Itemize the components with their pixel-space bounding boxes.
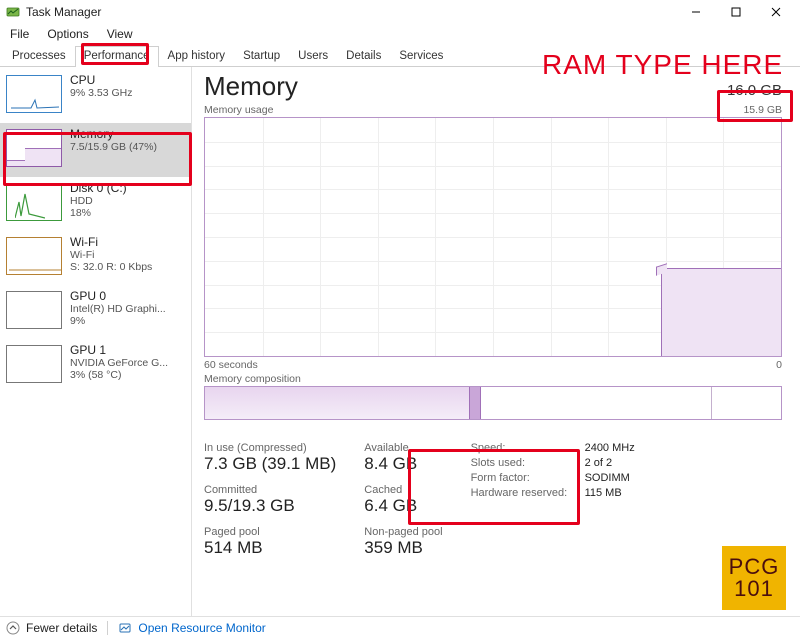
sidebar-item-subtext: HDD: [70, 195, 127, 207]
watermark-logo: PCG 101: [722, 546, 786, 610]
tab-strip: Processes Performance App history Startu…: [0, 45, 800, 67]
sidebar-item-subtext2: 18%: [70, 207, 127, 219]
slots-value: 2 of 2: [585, 457, 613, 469]
window-title: Task Manager: [26, 5, 101, 19]
sidebar-item-label: GPU 1: [70, 343, 168, 357]
sidebar-item-gpu1[interactable]: GPU 1 NVIDIA GeForce G... 3% (58 °C): [0, 339, 191, 393]
maximize-button[interactable]: [716, 0, 756, 24]
tab-services[interactable]: Services: [390, 46, 452, 67]
app-icon: [6, 5, 20, 19]
wifi-thumb-icon: [6, 237, 62, 275]
x-axis-right: 0: [776, 359, 782, 371]
formfactor-label: Form factor:: [471, 472, 581, 484]
sidebar-item-subtext: Wi-Fi: [70, 249, 152, 261]
nonpaged-value: 359 MB: [364, 538, 442, 558]
inuse-label: In use (Compressed): [204, 442, 336, 454]
sidebar-item-cpu[interactable]: CPU 9% 3.53 GHz: [0, 69, 191, 123]
inuse-value: 7.3 GB (39.1 MB): [204, 454, 336, 474]
sidebar-item-label: CPU: [70, 73, 132, 87]
menu-bar: File Options View: [0, 24, 800, 45]
memory-stats: In use (Compressed) 7.3 GB (39.1 MB) Com…: [204, 442, 800, 568]
status-bar: Fewer details Open Resource Monitor: [0, 616, 800, 638]
tab-performance[interactable]: Performance: [75, 46, 159, 67]
usage-chart-label: Memory usage: [204, 104, 273, 116]
hwreserved-label: Hardware reserved:: [471, 487, 581, 499]
total-memory: 16.0 GB: [727, 82, 782, 99]
chevron-up-icon[interactable]: [6, 621, 20, 635]
tab-app-history[interactable]: App history: [159, 46, 235, 67]
performance-sidebar: CPU 9% 3.53 GHz Memory 7.5/15.9 GB (47%)…: [0, 67, 192, 617]
sidebar-item-subtext: 9% 3.53 GHz: [70, 87, 132, 99]
tab-processes[interactable]: Processes: [3, 46, 75, 67]
resource-monitor-icon: [118, 621, 132, 635]
gpu-thumb-icon: [6, 291, 62, 329]
separator: [107, 621, 108, 635]
sidebar-item-subtext: NVIDIA GeForce G...: [70, 357, 168, 369]
nonpaged-label: Non-paged pool: [364, 526, 442, 538]
memory-thumb-icon: [6, 129, 62, 167]
paged-label: Paged pool: [204, 526, 336, 538]
sidebar-item-gpu0[interactable]: GPU 0 Intel(R) HD Graphi... 9%: [0, 285, 191, 339]
sidebar-item-label: Memory: [70, 127, 157, 141]
hwreserved-value: 115 MB: [585, 487, 622, 499]
sidebar-item-subtext: Intel(R) HD Graphi...: [70, 303, 166, 315]
minimize-button[interactable]: [676, 0, 716, 24]
fewer-details-button[interactable]: Fewer details: [26, 621, 97, 635]
available-label: Available: [364, 442, 442, 454]
menu-view[interactable]: View: [105, 26, 135, 42]
open-resource-monitor-link[interactable]: Open Resource Monitor: [138, 621, 265, 635]
formfactor-value: SODIMM: [585, 472, 630, 484]
cached-value: 6.4 GB: [364, 496, 442, 516]
sidebar-item-wifi[interactable]: Wi-Fi Wi-Fi S: 32.0 R: 0 Kbps: [0, 231, 191, 285]
sidebar-item-subtext2: S: 32.0 R: 0 Kbps: [70, 261, 152, 273]
committed-value: 9.5/19.3 GB: [204, 496, 336, 516]
title-bar: Task Manager: [0, 0, 800, 24]
tab-users[interactable]: Users: [289, 46, 337, 67]
cached-label: Cached: [364, 484, 442, 496]
sidebar-item-memory[interactable]: Memory 7.5/15.9 GB (47%): [0, 123, 191, 177]
cpu-thumb-icon: [6, 75, 62, 113]
sidebar-item-label: GPU 0: [70, 289, 166, 303]
menu-file[interactable]: File: [8, 26, 31, 42]
disk-thumb-icon: [6, 183, 62, 221]
sidebar-item-disk[interactable]: Disk 0 (C:) HDD 18%: [0, 177, 191, 231]
sidebar-item-label: Wi-Fi: [70, 235, 152, 249]
sidebar-item-label: Disk 0 (C:): [70, 181, 127, 195]
tab-details[interactable]: Details: [337, 46, 390, 67]
x-axis-left: 60 seconds: [204, 359, 258, 371]
memory-usage-chart: [204, 117, 782, 357]
watermark-line2: 101: [734, 578, 774, 600]
slots-label: Slots used:: [471, 457, 581, 469]
paged-value: 514 MB: [204, 538, 336, 558]
available-value: 8.4 GB: [364, 454, 442, 474]
sidebar-item-subtext2: 9%: [70, 315, 166, 327]
sidebar-item-subtext2: 3% (58 °C): [70, 369, 168, 381]
page-title: Memory: [204, 71, 298, 102]
gpu-thumb-icon: [6, 345, 62, 383]
detail-pane: Memory 16.0 GB Memory usage 15.9 GB 60 s…: [192, 67, 800, 617]
close-button[interactable]: [756, 0, 796, 24]
committed-label: Committed: [204, 484, 336, 496]
usage-chart-max: 15.9 GB: [743, 104, 782, 116]
watermark-line1: PCG: [729, 556, 780, 578]
sidebar-item-subtext: 7.5/15.9 GB (47%): [70, 141, 157, 153]
speed-label: Speed:: [471, 442, 581, 454]
tab-startup[interactable]: Startup: [234, 46, 289, 67]
speed-value: 2400 MHz: [585, 442, 635, 454]
composition-chart-label: Memory composition: [204, 373, 301, 385]
memory-composition-chart: [204, 386, 782, 420]
menu-options[interactable]: Options: [45, 26, 90, 42]
